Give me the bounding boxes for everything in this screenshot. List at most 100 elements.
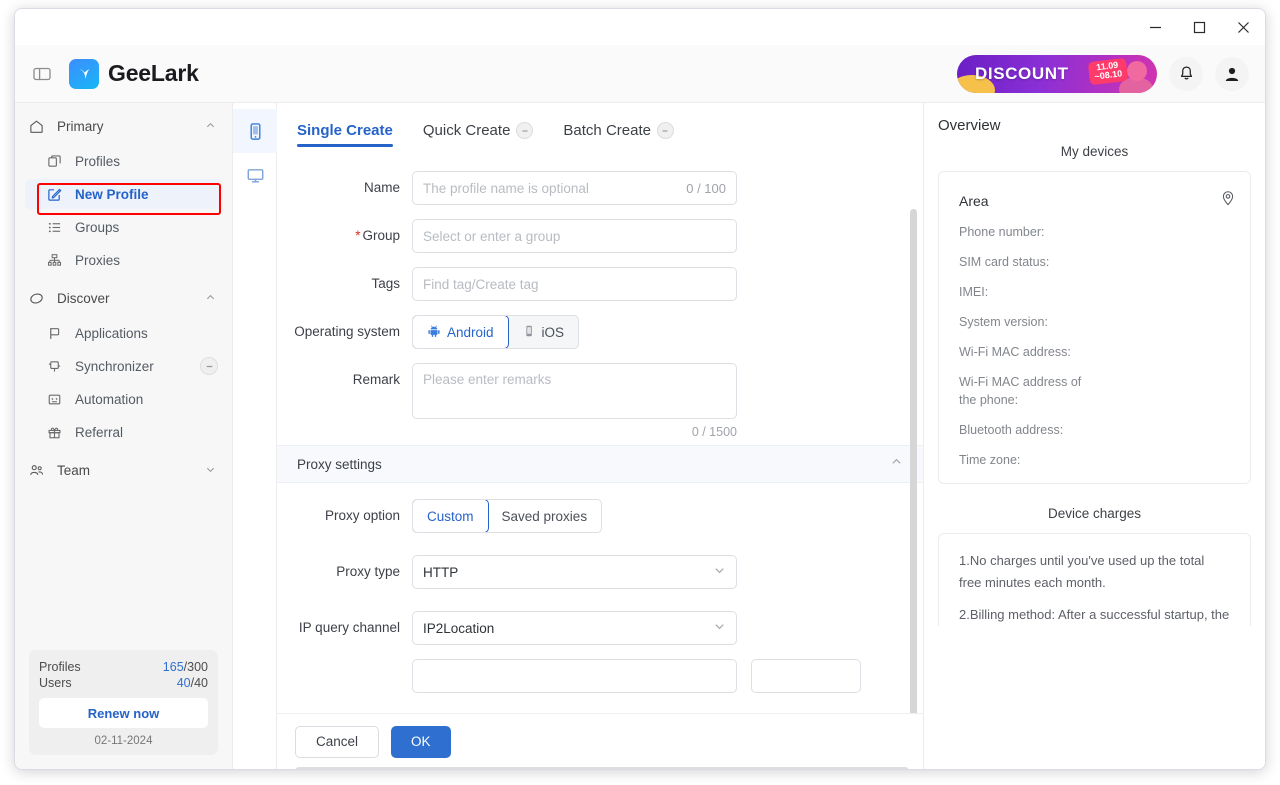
tab-batch-create[interactable]: Batch Create [563,122,674,147]
quota-profiles-used: 165 [162,660,184,674]
ip-query-channel-select[interactable]: IP2Location [412,611,737,645]
form-row-group: * Group Select or enter a group [277,219,923,253]
tags-placeholder: Find tag/Create tag [423,276,539,292]
ios-device-icon [522,324,536,341]
sidebar-item-label: Applications [75,325,148,341]
clipped-button[interactable] [751,659,861,693]
spec-wifi-mac-address-phone: Wi-Fi MAC address of the phone: [959,375,1082,407]
quota-expiry-date: 02-11-2024 [94,735,153,747]
proxy-option-saved-proxies[interactable]: Saved proxies [488,500,602,532]
form-row-proxy-option: Proxy option Custom Saved proxies [277,499,923,533]
spec-phone-number: Phone number: [959,225,1045,239]
collapse-badge-icon[interactable] [200,357,218,375]
tab-label: Single Create [297,122,393,139]
remark-field-wrap: Please enter remarks 0 / 1500 [412,363,737,439]
bell-icon[interactable] [1169,56,1203,91]
spec-bluetooth-address: Bluetooth address: [959,423,1064,437]
monitor-icon[interactable] [233,153,277,197]
tab-quick-create[interactable]: Quick Create [423,122,534,147]
quota-profiles-label: Profiles [39,660,81,674]
collapse-badge-icon[interactable] [516,122,534,139]
remark-label: Remark [352,372,400,387]
sidebar: Primary Profiles New Profile Groups Prox… [15,103,233,769]
quota-profiles-value: 165/300 [163,660,208,674]
brand: GeeLark [69,58,199,89]
device-charges-card: 1.No charges until you've used up the to… [938,533,1251,626]
sidebar-item-new-profile[interactable]: New Profile [25,179,222,209]
profiles-icon [47,154,67,169]
maximize-icon[interactable] [1177,10,1221,44]
panel-toggle-icon[interactable] [27,59,57,89]
sidebar-item-automation[interactable]: Automation [25,384,222,414]
form-row-ip-query-channel: IP query channel IP2Location [277,611,923,645]
quota-users-total: /40 [190,676,208,690]
clipped-input[interactable] [412,659,737,693]
remark-counter: 0 / 1500 [691,425,737,439]
compass-icon [29,291,49,306]
discount-banner[interactable]: DISCOUNT 11.09 ~08.10 [957,54,1157,93]
chevron-up-icon[interactable] [890,455,903,473]
proxy-option-custom[interactable]: Custom [413,500,489,532]
sidebar-item-label: Automation [75,391,144,407]
sidebar-item-groups[interactable]: Groups [25,212,222,242]
sidebar-item-label: Profiles [75,153,121,169]
name-placeholder: The profile name is optional [423,180,589,196]
group-input[interactable]: Select or enter a group [412,219,737,253]
proxy-type-select[interactable]: HTTP [412,555,737,589]
sidebar-group-label: Team [57,462,91,478]
horizontal-scrollbar[interactable] [295,767,909,769]
ip-query-channel-value: IP2Location [423,620,495,636]
sidebar-item-applications[interactable]: Applications [25,318,222,348]
name-label: Name [363,180,400,195]
form-vertical-scrollbar[interactable] [910,209,917,713]
renew-now-button[interactable]: Renew now [39,698,208,728]
sidebar-group-discover[interactable]: Discover [15,281,232,315]
group-label-text: Group [362,228,400,243]
team-icon [29,463,49,478]
sidebar-item-label: Synchronizer [75,358,154,374]
close-icon[interactable] [1221,10,1265,44]
os-option-android[interactable]: Android [413,316,509,348]
device-charges-title: Device charges [1047,506,1142,521]
cancel-button[interactable]: Cancel [295,725,380,758]
proxy-settings-section-header[interactable]: Proxy settings [277,445,923,483]
os-android-label: Android [447,324,494,340]
ok-button[interactable]: OK [391,725,451,758]
chevron-up-icon [205,119,216,134]
sidebar-group-primary[interactable]: Primary [15,109,232,143]
name-input[interactable]: The profile name is optional 0 / 100 [412,171,737,205]
sidebar-item-referral[interactable]: Referral [25,417,222,447]
app-header: GeeLark DISCOUNT 11.09 ~08.10 [15,45,1265,103]
dialog-action-bar: Cancel OK [277,713,923,769]
collapse-badge-icon[interactable] [656,122,674,139]
chevron-down-icon [713,564,726,580]
sidebar-item-proxies[interactable]: Proxies [25,245,222,275]
form-row-partial-clipped [277,659,923,693]
spec-imei: IMEI: [959,285,989,299]
os-option-ios[interactable]: iOS [508,316,579,348]
phone-icon[interactable] [233,109,277,153]
network-icon [47,253,67,268]
edit-square-icon [47,187,67,202]
tags-input[interactable]: Find tag/Create tag [412,267,737,301]
name-counter: 0 / 100 [686,180,726,196]
sidebar-item-label: Referral [75,424,124,440]
sidebar-item-profiles[interactable]: Profiles [25,146,222,176]
sidebar-item-synchronizer[interactable]: Synchronizer [25,351,222,381]
group-placeholder: Select or enter a group [423,228,561,244]
remark-textarea[interactable]: Please enter remarks [412,363,737,419]
my-devices-title: My devices [1060,144,1129,159]
tab-single-create[interactable]: Single Create [297,122,393,147]
form-row-operating-system: Operating system Android iOS [277,315,923,349]
profile-form: Name The profile name is optional 0 / 10… [277,147,923,713]
chevron-down-icon [205,463,216,478]
user-avatar-icon[interactable] [1215,56,1249,91]
minimize-icon[interactable] [1133,10,1177,44]
discount-dates: 11.09 ~08.10 [1087,57,1129,85]
location-pin-icon[interactable] [1220,190,1236,211]
form-row-tags: Tags Find tag/Create tag [277,267,923,301]
sidebar-group-team[interactable]: Team [15,453,232,487]
operating-system-segmented: Android iOS [412,315,580,349]
os-ios-label: iOS [541,324,565,340]
group-label: * Group [277,219,412,253]
